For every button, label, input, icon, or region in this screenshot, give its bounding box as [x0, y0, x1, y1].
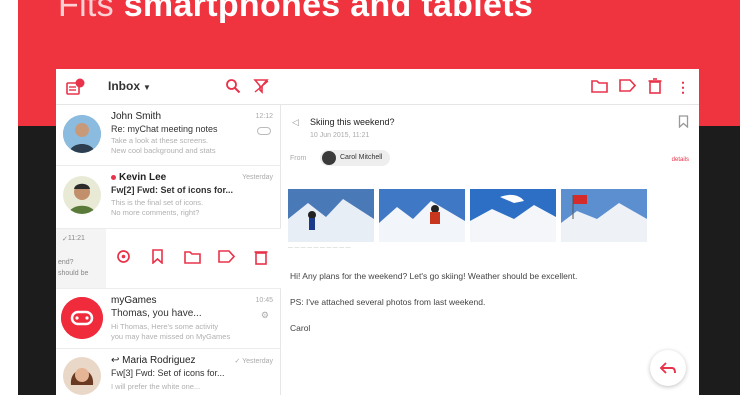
settings-gear-icon: ⚙	[260, 310, 269, 320]
message-subject: Fw[2] Fwd: Set of icons for...	[111, 185, 234, 195]
compose-badge-icon[interactable]	[66, 78, 86, 100]
attachment-photo-3[interactable]	[470, 189, 556, 242]
message-preview-1: Hi Thomas, Here's some activity	[111, 322, 219, 331]
sender-avatar	[322, 151, 336, 165]
mark-read-icon[interactable]	[116, 249, 131, 267]
avatar-john-smith	[63, 115, 101, 153]
sender-chip-name: Carol Mitchell	[340, 154, 383, 161]
avatar-kevin-lee	[63, 176, 101, 214]
mygames-logo-icon	[61, 297, 103, 339]
message-subject: Fw[3] Fwd: Set of icons for...	[111, 368, 225, 378]
email-body-line-2: PS: I've attached several photos from la…	[290, 297, 486, 307]
headline-bold: smartphones and tablets	[123, 0, 534, 24]
message-preview-2: New cool background and stats	[111, 146, 216, 155]
message-preview-1: This is the final set of icons.	[111, 198, 204, 207]
details-link[interactable]: details	[672, 157, 689, 163]
photo-caption: — — — — — — — — — —	[288, 245, 351, 251]
move-folder-icon[interactable]	[184, 249, 201, 267]
delete-icon[interactable]	[254, 249, 268, 268]
swipe-text-1: end?	[58, 259, 74, 266]
swipe-time: ✓ 11:21	[62, 235, 85, 243]
filter-icon[interactable]	[253, 78, 270, 98]
sender-name: John Smith	[111, 111, 162, 122]
from-label: From	[290, 155, 307, 162]
message-preview-2: No more comments, right?	[111, 208, 200, 217]
email-body-line-3: Carol	[290, 323, 311, 333]
message-preview-1: I will prefer the white one...	[111, 382, 201, 391]
label-icon[interactable]	[619, 78, 637, 97]
message-list: John Smith 12:12 Re: myChat meeting note…	[56, 105, 281, 395]
toolbar: Inbox ▼ ⋮	[56, 69, 699, 105]
sender-name-text: Kevin Lee	[119, 172, 167, 183]
folder-icon[interactable]	[591, 78, 608, 97]
attachment-icon	[257, 127, 271, 135]
folder-label: Inbox	[108, 79, 140, 93]
trash-icon[interactable]	[648, 78, 662, 98]
reply-fab-button[interactable]	[650, 350, 686, 386]
back-icon[interactable]: ◁	[292, 117, 299, 128]
label-icon[interactable]	[218, 249, 236, 267]
message-subject: Re: myChat meeting notes	[111, 124, 218, 134]
bookmark-icon[interactable]	[151, 249, 164, 267]
attachment-photo-2[interactable]	[379, 189, 465, 242]
message-preview-1: Take a look at these screens.	[111, 136, 209, 145]
message-row-kevin-lee[interactable]: Kevin Lee Yesterday Fw[2] Fwd: Set of ic…	[56, 166, 281, 229]
search-icon[interactable]	[225, 78, 241, 98]
mail-app-window: Inbox ▼ ⋮ John Smith 12:12 Re: myChat me…	[56, 69, 699, 395]
reading-pane: ◁ Skiing this weekend? 10 Jun 2015, 11:2…	[282, 105, 699, 395]
message-subject: Thomas, you have...	[111, 308, 202, 319]
message-time: 10:45	[255, 297, 273, 304]
more-icon[interactable]: ⋮	[676, 78, 690, 96]
bookmark-icon[interactable]	[678, 115, 689, 131]
sender-name: myGames	[111, 295, 157, 306]
attachment-photo-1[interactable]	[288, 189, 374, 242]
message-time: Yesterday	[242, 174, 273, 181]
message-row-swiped[interactable]: ✓ 11:21 end? should be	[56, 229, 281, 289]
caret-down-icon: ▼	[143, 83, 151, 92]
reply-arrow-icon: ↩	[111, 355, 123, 366]
promo-headline: Fits smartphones and tablets	[58, 0, 533, 25]
sender-chip[interactable]: Carol Mitchell	[320, 150, 391, 166]
email-subject: Skiing this weekend?	[310, 117, 395, 127]
message-row-john-smith[interactable]: John Smith 12:12 Re: myChat meeting note…	[56, 105, 281, 166]
message-time: ✓ Yesterday	[234, 358, 273, 365]
folder-dropdown[interactable]: Inbox ▼	[108, 79, 151, 93]
attachment-photo-4[interactable]	[561, 189, 647, 242]
unread-dot-icon	[111, 174, 116, 180]
message-row-mygames[interactable]: myGames 10:45 Thomas, you have... Hi Tho…	[56, 289, 281, 349]
promo-stage: Fits smartphones and tablets Inbox ▼ ⋮ J…	[18, 0, 740, 395]
message-time: 12:12	[255, 113, 273, 120]
message-preview-2: you may have missed on MyGames	[111, 332, 231, 341]
sender-name: ↩ Maria Rodriguez	[111, 355, 196, 366]
email-date: 10 Jun 2015, 11:21	[310, 132, 370, 139]
sender-name: Kevin Lee	[111, 172, 166, 183]
email-body-line-1: Hi! Any plans for the weekend? Let's go …	[290, 271, 578, 281]
headline-light: Fits	[58, 0, 114, 24]
swipe-text-2: should be	[58, 270, 89, 277]
swiped-message-edge: ✓ 11:21 end? should be	[56, 229, 106, 288]
avatar-maria-rodriguez	[63, 357, 101, 395]
message-row-maria-rodriguez[interactable]: ↩ Maria Rodriguez ✓ Yesterday Fw[3] Fwd:…	[56, 349, 281, 395]
